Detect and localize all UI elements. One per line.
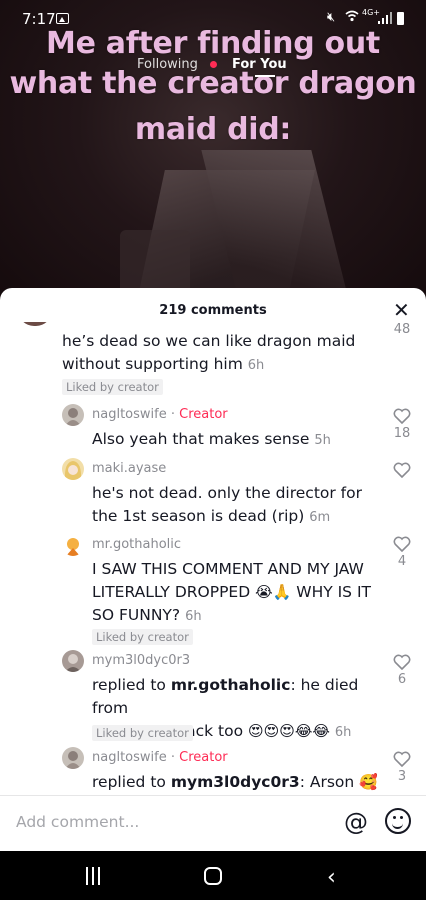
comment-list[interactable]: he’s dead so we can like dragon maid wit… — [0, 322, 426, 792]
comment-username[interactable]: nagltoswife · Creator — [92, 750, 228, 765]
comment-username[interactable]: mym3l0dyc0r3 — [92, 653, 190, 668]
emoji-reaction: 🥰 — [359, 773, 378, 791]
liked-by-creator-badge: Liked by creator — [92, 629, 193, 645]
back-icon[interactable]: ‹ — [327, 865, 336, 890]
gallery-icon — [56, 13, 69, 24]
comment-time: 6h — [334, 725, 352, 740]
close-icon[interactable]: ✕ — [393, 298, 410, 322]
comment-text: he’s dead so we can like dragon maid wit… — [62, 332, 356, 373]
emoji-reaction: 😍😍😍😂😂 — [247, 722, 330, 740]
liked-by-creator-badge: Liked by creator — [92, 725, 193, 741]
like-count: 48 — [393, 322, 411, 337]
creator-tag: Creator — [179, 407, 228, 422]
like-count: 4 — [397, 554, 407, 569]
comment-text: Also yeah that makes sense 5h — [92, 430, 331, 448]
like-count: 3 — [397, 769, 407, 784]
avatar[interactable] — [62, 458, 84, 480]
system-nav-bar: ‹ — [0, 851, 426, 900]
like-count: 6 — [397, 672, 407, 687]
comment-time: 6h — [185, 609, 202, 624]
like-count: 18 — [393, 426, 411, 441]
heart-icon[interactable] — [393, 751, 411, 767]
comment-count: 219 comments — [159, 303, 267, 318]
wifi-icon — [345, 10, 359, 26]
comments-sheet: 219 comments ✕ he’s dead so we can like … — [0, 288, 426, 851]
tab-following[interactable]: Following — [137, 57, 198, 72]
recent-apps-icon[interactable] — [86, 867, 102, 885]
heart-icon[interactable] — [393, 654, 411, 670]
avatar[interactable] — [62, 404, 84, 426]
comment-time: 6m — [309, 510, 331, 525]
comment-username[interactable]: nagltoswife · Creator — [92, 407, 228, 422]
comment-text: he's not dead. only the director for the… — [92, 484, 362, 525]
comment-time: 6h — [247, 358, 265, 373]
heart-icon[interactable] — [393, 408, 411, 424]
comment-username[interactable]: mr.gothaholic — [92, 537, 181, 552]
emoji-icon[interactable] — [385, 808, 411, 834]
avatar[interactable] — [18, 322, 52, 326]
status-time: 7:17 — [22, 10, 56, 28]
avatar[interactable] — [62, 747, 84, 769]
battery-icon — [397, 12, 404, 25]
mute-icon: 🔇︎ — [327, 10, 336, 25]
tab-for-you[interactable]: For You — [232, 57, 287, 72]
signal-icon — [378, 12, 392, 28]
comment-username[interactable]: maki.ayase — [92, 461, 166, 476]
avatar[interactable] — [62, 650, 84, 672]
live-indicator-icon — [210, 61, 217, 68]
comment-input[interactable] — [16, 813, 316, 831]
feed-tabs: Following For You — [0, 57, 426, 77]
creator-tag: Creator — [179, 750, 228, 765]
comment-time: 5h — [314, 433, 331, 448]
add-comment-bar: @ — [0, 795, 426, 851]
comment-text: replied to mym3l0dyc0r3: Arson 🥰 5h — [92, 773, 378, 791]
mention-link: mym3l0dyc0r3 — [170, 773, 300, 791]
comment-text: I SAW THIS COMMENT AND MY JAW LITERALLY … — [92, 560, 371, 624]
liked-by-creator-badge: Liked by creator — [62, 379, 163, 395]
active-tab-indicator — [255, 75, 275, 77]
avatar[interactable] — [62, 534, 84, 556]
heart-icon[interactable] — [393, 462, 411, 478]
screen: 7:17 🔇︎ 4G+ Me after finding out what th… — [0, 0, 426, 900]
video-caption-line: maid did: — [134, 112, 292, 147]
home-icon[interactable] — [204, 867, 222, 885]
emoji-reaction: 😭🙏 — [255, 583, 292, 601]
mention-link: mr.gothaholic — [170, 676, 291, 694]
status-bar: 7:17 🔇︎ 4G+ — [0, 0, 426, 34]
mention-icon[interactable]: @ — [344, 808, 368, 836]
heart-icon[interactable] — [393, 536, 411, 552]
